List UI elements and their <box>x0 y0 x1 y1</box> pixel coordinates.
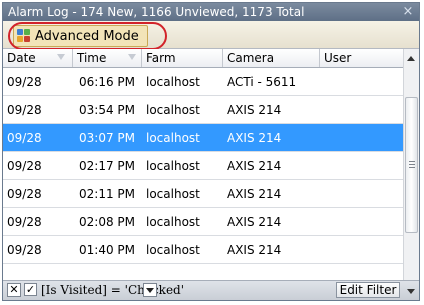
cell-farm: localhost <box>146 130 200 145</box>
cell-date: 09/28 <box>7 242 42 257</box>
filter-expression: [Is Visited] = 'Checked' <box>41 283 185 297</box>
clear-filter-icon[interactable]: ✕ <box>7 283 21 297</box>
sort-icon <box>128 54 136 60</box>
column-header-farm[interactable]: Farm <box>142 49 223 67</box>
cell-time: 02:08 PM <box>79 214 135 229</box>
scroll-down-icon[interactable] <box>407 289 415 294</box>
cell-time: 02:11 PM <box>79 186 135 201</box>
cell-camera: AXIS 214 <box>227 242 282 257</box>
vertical-scrollbar[interactable] <box>403 49 419 280</box>
advanced-mode-button[interactable]: Advanced Mode <box>13 25 148 47</box>
cell-date: 09/28 <box>7 130 42 145</box>
scrollbar-thumb[interactable] <box>405 97 418 233</box>
alarm-list[interactable]: 09/28 06:16 PM localhost ACTi - 5611 09/28 03… <box>3 68 403 280</box>
table-row[interactable]: 09/28 02:08 PM localhost AXIS 214 <box>3 208 403 236</box>
cell-time: 02:17 PM <box>79 158 135 173</box>
table-row[interactable]: 09/28 06:16 PM localhost ACTi - 5611 <box>3 68 403 96</box>
table-row[interactable]: 09/28 02:17 PM localhost AXIS 214 <box>3 152 403 180</box>
scroll-up-icon[interactable] <box>407 56 415 61</box>
cell-farm: localhost <box>146 158 200 173</box>
chevron-down-icon <box>146 288 154 293</box>
cell-date: 09/28 <box>7 102 42 117</box>
cell-time: 03:54 PM <box>79 102 135 117</box>
window-title: Alarm Log - 174 New, 1166 Unviewed, 1173… <box>8 5 305 19</box>
cell-farm: localhost <box>146 74 200 89</box>
table-row[interactable]: 09/28 03:07 PM localhost AXIS 214 <box>3 124 403 152</box>
cell-camera: AXIS 214 <box>227 130 282 145</box>
toolbar: Advanced Mode <box>3 21 419 50</box>
column-header-camera[interactable]: Camera <box>223 49 320 67</box>
cell-date: 09/28 <box>7 214 42 229</box>
table-row[interactable]: 09/28 02:11 PM localhost AXIS 214 <box>3 180 403 208</box>
alarm-log-window: Alarm Log - 174 New, 1166 Unviewed, 1173… <box>2 2 420 301</box>
cell-camera: AXIS 214 <box>227 214 282 229</box>
table-header: Date Time Farm Camera User <box>3 49 403 68</box>
cell-date: 09/28 <box>7 186 42 201</box>
cell-farm: localhost <box>146 102 200 117</box>
cell-camera: ACTi - 5611 <box>227 74 297 89</box>
cell-camera: AXIS 214 <box>227 102 282 117</box>
filter-bar: ✕ ✓ [Is Visited] = 'Checked' Edit Filter <box>3 280 419 300</box>
cell-farm: localhost <box>146 214 200 229</box>
cell-time: 01:40 PM <box>79 242 135 257</box>
cell-farm: localhost <box>146 186 200 201</box>
advanced-mode-icon <box>17 29 31 43</box>
table-row[interactable]: 09/28 03:54 PM localhost AXIS 214 <box>3 96 403 124</box>
edit-filter-button[interactable]: Edit Filter <box>336 282 400 298</box>
table-row[interactable]: 09/28 01:40 PM localhost AXIS 214 <box>3 236 403 264</box>
filter-enabled-checkbox[interactable]: ✓ <box>24 283 37 296</box>
advanced-mode-label: Advanced Mode <box>35 28 139 44</box>
cell-camera: AXIS 214 <box>227 186 282 201</box>
title-bar[interactable]: Alarm Log - 174 New, 1166 Unviewed, 1173… <box>3 3 419 21</box>
column-header-date[interactable]: Date <box>3 49 73 67</box>
column-header-time[interactable]: Time <box>73 49 142 67</box>
sort-icon <box>57 54 65 60</box>
cell-camera: AXIS 214 <box>227 158 282 173</box>
filter-history-dropdown[interactable] <box>143 283 157 297</box>
close-icon[interactable]: × <box>401 3 415 21</box>
cell-time: 06:16 PM <box>79 74 135 89</box>
column-header-user[interactable]: User <box>320 49 403 67</box>
cell-time: 03:07 PM <box>79 130 135 145</box>
cell-date: 09/28 <box>7 74 42 89</box>
cell-date: 09/28 <box>7 158 42 173</box>
cell-farm: localhost <box>146 242 200 257</box>
